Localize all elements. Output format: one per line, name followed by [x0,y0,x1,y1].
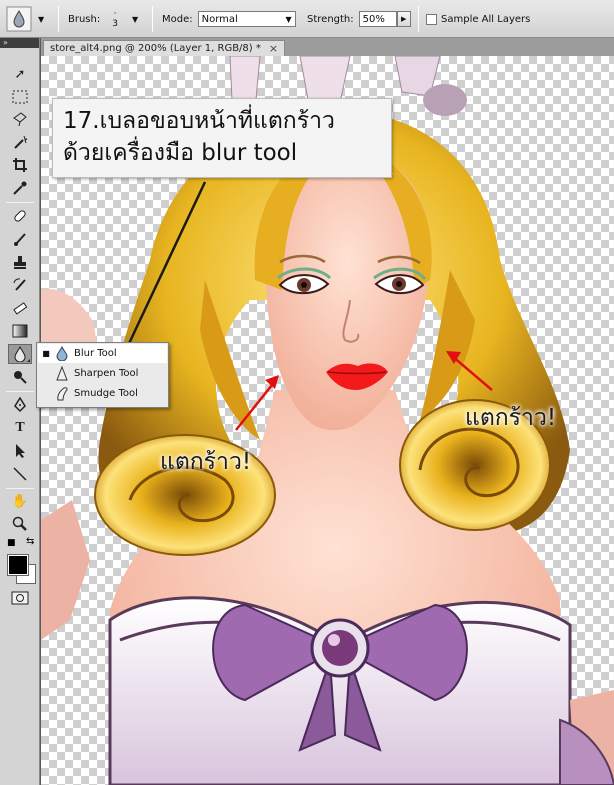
marquee-icon [12,90,28,104]
zoom-tool[interactable] [8,514,32,534]
brush-label: Brush: [68,13,101,25]
menu-item-label: Sharpen Tool [74,368,139,379]
mode-group: Mode: Normal ▼ [162,0,296,38]
gradient-tool[interactable] [8,321,32,341]
move-icon: ➚ [14,66,26,82]
pen-icon [14,397,26,413]
divider [418,6,419,32]
eraser-tool[interactable] [8,298,32,318]
blur-tool[interactable] [8,344,32,364]
arrow-pointer-icon [16,444,25,458]
document-tab[interactable]: store_alt4.png @ 200% (Layer 1, RGB/8) *… [43,40,286,56]
chevron-down-icon: ▼ [285,14,292,24]
toolbox-header[interactable]: » [0,38,39,48]
type-icon: T [15,420,25,435]
crop-icon [13,158,27,172]
divider [58,6,59,32]
document-title: store_alt4.png @ 200% (Layer 1, RGB/8) * [50,43,261,54]
line-tool[interactable] [8,464,32,484]
flyout-indicator-icon [27,359,30,362]
sample-all-layers-toggle[interactable]: Sample All Layers [426,0,530,38]
hand-tool[interactable]: ✋ [8,491,32,511]
brush-dot-icon: · [113,9,117,19]
blur-drop-icon [54,346,70,362]
type-tool[interactable]: T [8,418,32,438]
dodge-icon [14,371,27,384]
callout-line-1: 17.เบลอขอบหน้าที่แตกร้าว [63,108,335,134]
dodge-tool[interactable] [8,367,32,387]
mode-select[interactable]: Normal ▼ [197,11,296,27]
crop-tool[interactable] [8,155,32,175]
brush-preview: · 3 [112,9,118,29]
lasso-tool[interactable] [8,109,32,129]
toolbox: » ➚ T ✋ ■ ⇆ [0,38,40,785]
eyedropper-tool[interactable] [8,178,32,198]
menu-item-sharpen-tool[interactable]: Sharpen Tool [38,364,167,383]
bandage-icon [14,210,26,222]
move-tool[interactable]: ➚ [8,64,32,84]
options-bar: ▼ Brush: · 3 ▼ Mode: Normal ▼ Strength: … [0,0,614,38]
marquee-tool[interactable] [8,87,32,107]
strength-value: 50% [362,13,385,25]
document-tab-bar: store_alt4.png @ 200% (Layer 1, RGB/8) *… [41,38,614,56]
hand-icon: ✋ [11,493,29,509]
eyedropper-icon [13,181,27,195]
mode-label: Mode: [162,13,193,25]
close-icon[interactable]: × [269,42,278,55]
sample-all-layers-label: Sample All Layers [441,13,531,25]
mode-value: Normal [201,13,238,25]
divider [152,6,153,32]
strength-group: Strength: 50% ▶ [307,0,411,38]
blur-drop-icon [6,6,32,32]
photoshop-window: ▼ Brush: · 3 ▼ Mode: Normal ▼ Strength: … [0,0,614,785]
swap-colors-icon[interactable]: ⇆ [26,536,34,547]
annotation-callout: 17.เบลอขอบหน้าที่แตกร้าว ด้วยเครื่องมือ … [52,98,392,178]
lasso-icon [13,112,27,127]
clone-stamp-tool[interactable] [8,252,32,272]
callout-line-2: ด้วยเครื่องมือ blur tool [63,140,298,166]
eraser-icon [13,302,28,315]
brush-size: 3 [112,19,118,29]
chevron-down-icon: ▼ [38,14,45,24]
chevron-down-icon: ▼ [131,14,139,24]
divider [6,202,34,203]
quick-mask-toggle[interactable] [8,588,32,608]
brush-picker[interactable]: Brush: · 3 ▼ [68,0,138,38]
line-icon [13,467,27,481]
divider [6,488,34,489]
magnifier-icon [12,516,27,531]
healing-brush-tool[interactable] [8,206,32,226]
strength-label: Strength: [307,13,354,25]
history-brush-tool[interactable] [8,275,32,295]
menu-item-smudge-tool[interactable]: Smudge Tool [38,384,167,403]
selected-bullet-icon: ■ [42,349,50,358]
brush-icon [14,233,26,246]
crack-label-left: แตกร้าว! [160,449,252,475]
history-brush-icon [13,278,26,291]
stamp-icon [14,256,26,269]
menu-item-label: Smudge Tool [74,388,138,399]
sample-all-layers-checkbox[interactable] [426,13,437,25]
sharpen-triangle-icon [54,366,70,382]
blur-drop-icon [14,346,26,362]
foreground-color-swatch[interactable] [7,554,29,576]
strength-slider-button[interactable]: ▶ [396,11,411,27]
quick-selection-tool[interactable] [8,132,32,152]
divider [6,391,34,392]
brush-tool[interactable] [8,229,32,249]
default-colors-icon[interactable]: ■ [7,538,16,548]
blur-tool-flyout-menu: ■ Blur Tool Sharpen Tool Smudge Tool [36,342,169,408]
magic-wand-icon [14,135,28,149]
crack-label-right: แตกร้าว! [465,405,557,431]
smudge-finger-icon [54,386,70,402]
menu-item-blur-tool[interactable]: ■ Blur Tool [38,344,167,363]
menu-item-label: Blur Tool [74,348,117,359]
tool-preset-picker[interactable]: ▼ [6,0,44,38]
quick-mask-icon [11,591,29,605]
triangle-right-icon: ▶ [400,15,407,23]
gradient-icon [12,324,28,338]
pen-tool[interactable] [8,395,32,415]
strength-input[interactable]: 50% [358,11,397,27]
path-selection-tool[interactable] [8,441,32,461]
